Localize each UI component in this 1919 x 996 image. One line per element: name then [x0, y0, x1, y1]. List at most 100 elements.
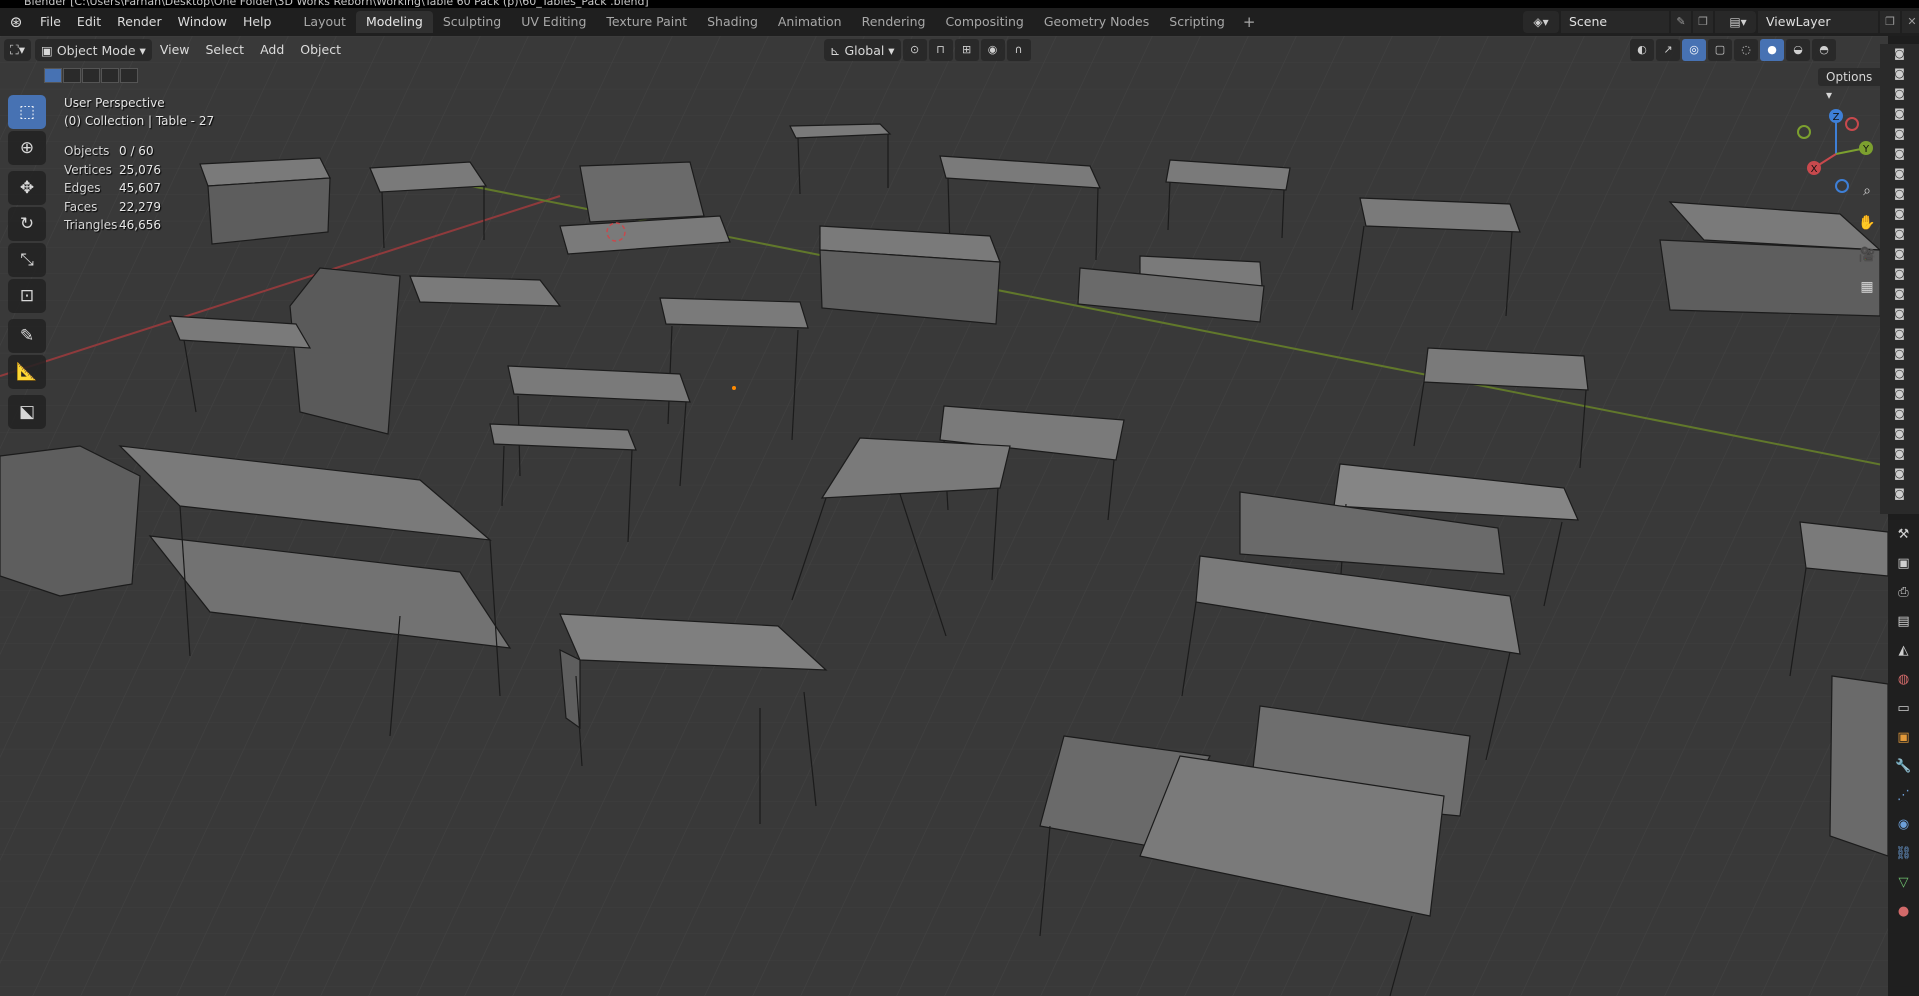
- blender-logo-icon[interactable]: ⊛: [0, 8, 32, 36]
- options-dropdown[interactable]: Options ▾: [1818, 68, 1888, 102]
- tab-animation[interactable]: Animation: [768, 11, 852, 33]
- wireframe-shading-icon[interactable]: ◌: [1734, 39, 1758, 61]
- annotate-tool-icon[interactable]: ✎: [8, 319, 46, 353]
- tab-geometry-nodes[interactable]: Geometry Nodes: [1034, 11, 1159, 33]
- tab-compositing[interactable]: Compositing: [935, 11, 1033, 33]
- menu-edit[interactable]: Edit: [69, 11, 109, 33]
- physics-properties-icon[interactable]: ◉: [1888, 810, 1919, 839]
- select-intersect-icon[interactable]: [120, 68, 138, 83]
- menu-view[interactable]: View: [152, 39, 198, 61]
- render-visibility-icon[interactable]: ◙: [1880, 64, 1919, 84]
- constraint-properties-icon[interactable]: ⛓: [1888, 839, 1919, 868]
- view-layer-properties-icon[interactable]: ▤: [1888, 607, 1919, 636]
- render-visibility-icon[interactable]: ◙: [1880, 444, 1919, 464]
- select-box-tool-icon[interactable]: ⬚: [8, 95, 46, 129]
- gizmo-icon[interactable]: ↗: [1656, 39, 1680, 61]
- menu-file[interactable]: File: [32, 11, 69, 33]
- render-visibility-icon[interactable]: ◙: [1880, 124, 1919, 144]
- tab-uv-editing[interactable]: UV Editing: [511, 11, 596, 33]
- orientation-dropdown[interactable]: ⊾ Global ▾: [824, 39, 901, 61]
- render-visibility-icon[interactable]: ◙: [1880, 364, 1919, 384]
- render-visibility-icon[interactable]: ◙: [1880, 384, 1919, 404]
- add-workspace-button[interactable]: +: [1235, 13, 1264, 31]
- pan-hand-icon[interactable]: ✋: [1854, 210, 1880, 236]
- render-visibility-icon[interactable]: ◙: [1880, 244, 1919, 264]
- render-visibility-icon[interactable]: ◙: [1880, 464, 1919, 484]
- tab-rendering[interactable]: Rendering: [852, 11, 936, 33]
- view-layer-name-field[interactable]: ViewLayer: [1758, 11, 1878, 33]
- cursor-tool-icon[interactable]: ⊕: [8, 131, 46, 165]
- render-visibility-icon[interactable]: ◙: [1880, 344, 1919, 364]
- ortho-grid-icon[interactable]: ▦: [1854, 274, 1880, 300]
- render-visibility-icon[interactable]: ◙: [1880, 324, 1919, 344]
- snap-icon[interactable]: ⊓: [928, 39, 953, 61]
- scene-render[interactable]: [0, 36, 1888, 996]
- add-cube-tool-icon[interactable]: ⬕: [8, 395, 46, 429]
- scene-properties-icon[interactable]: ◭: [1888, 636, 1919, 665]
- camera-view-icon[interactable]: 🎥: [1854, 242, 1880, 268]
- render-visibility-icon[interactable]: ◙: [1880, 44, 1919, 64]
- particles-properties-icon[interactable]: ⋰: [1888, 781, 1919, 810]
- menu-add[interactable]: Add: [252, 39, 292, 61]
- render-visibility-icon[interactable]: ◙: [1880, 144, 1919, 164]
- render-visibility-icon[interactable]: ◙: [1880, 424, 1919, 444]
- tab-scripting[interactable]: Scripting: [1159, 11, 1235, 33]
- render-visibility-icon[interactable]: ◙: [1880, 84, 1919, 104]
- tool-settings-icon[interactable]: ⚒: [1888, 520, 1919, 549]
- zoom-icon[interactable]: ⌕: [1854, 178, 1880, 204]
- new-view-layer-icon[interactable]: ❐: [1880, 11, 1900, 33]
- menu-help[interactable]: Help: [235, 11, 280, 33]
- render-visibility-icon[interactable]: ◙: [1880, 204, 1919, 224]
- select-new-icon[interactable]: [44, 68, 62, 83]
- tab-texture-paint[interactable]: Texture Paint: [596, 11, 697, 33]
- 3d-viewport[interactable]: ⛶▾ ▣ Object Mode ▾ View Select Add Objec…: [0, 36, 1888, 996]
- tab-sculpting[interactable]: Sculpting: [433, 11, 511, 33]
- scene-name-field[interactable]: Scene: [1561, 11, 1669, 33]
- output-properties-icon[interactable]: ⎙: [1888, 578, 1919, 607]
- modifier-properties-icon[interactable]: 🔧: [1888, 752, 1919, 781]
- solid-shading-icon[interactable]: ●: [1760, 39, 1784, 61]
- menu-select[interactable]: Select: [198, 39, 253, 61]
- world-properties-icon[interactable]: ◍: [1888, 665, 1919, 694]
- select-subtract-icon[interactable]: [82, 68, 100, 83]
- editor-type-icon[interactable]: ⛶▾: [4, 39, 32, 61]
- select-extend-icon[interactable]: [63, 68, 81, 83]
- scene-browse-icon[interactable]: ◈▾: [1523, 11, 1559, 33]
- material-shading-icon[interactable]: ◒: [1786, 39, 1810, 61]
- move-tool-icon[interactable]: ✥: [8, 171, 46, 205]
- render-visibility-icon[interactable]: ◙: [1880, 164, 1919, 184]
- tab-modeling[interactable]: Modeling: [355, 11, 433, 33]
- rendered-shading-icon[interactable]: ◓: [1812, 39, 1836, 61]
- render-visibility-icon[interactable]: ◙: [1880, 304, 1919, 324]
- falloff-icon[interactable]: ∩: [1006, 39, 1031, 61]
- overlays-icon[interactable]: ◎: [1682, 39, 1706, 61]
- menu-object[interactable]: Object: [292, 39, 349, 61]
- menu-render[interactable]: Render: [109, 11, 170, 33]
- pin-icon[interactable]: ✎: [1671, 11, 1691, 33]
- render-visibility-icon[interactable]: ◙: [1880, 484, 1919, 504]
- collection-properties-icon[interactable]: ▭: [1888, 694, 1919, 723]
- delete-view-layer-icon[interactable]: ✕: [1902, 11, 1919, 33]
- mode-dropdown[interactable]: ▣ Object Mode ▾: [35, 39, 152, 61]
- object-properties-icon[interactable]: ▣: [1888, 723, 1919, 752]
- data-properties-icon[interactable]: ▽: [1888, 868, 1919, 897]
- snap-target-icon[interactable]: ⊞: [954, 39, 979, 61]
- proportional-edit-icon[interactable]: ◉: [980, 39, 1005, 61]
- render-visibility-icon[interactable]: ◙: [1880, 404, 1919, 424]
- new-scene-icon[interactable]: ❐: [1693, 11, 1713, 33]
- material-properties-icon[interactable]: ●: [1888, 897, 1919, 926]
- measure-tool-icon[interactable]: 📐: [8, 355, 46, 389]
- render-visibility-icon[interactable]: ◙: [1880, 224, 1919, 244]
- scale-tool-icon[interactable]: ⤡: [8, 243, 46, 277]
- render-visibility-icon[interactable]: ◙: [1880, 284, 1919, 304]
- select-invert-icon[interactable]: [101, 68, 119, 83]
- render-visibility-icon[interactable]: ◙: [1880, 264, 1919, 284]
- render-visibility-icon[interactable]: ◙: [1880, 104, 1919, 124]
- render-visibility-icon[interactable]: ◙: [1880, 184, 1919, 204]
- view-layer-browse-icon[interactable]: ▤▾: [1720, 11, 1756, 33]
- transform-tool-icon[interactable]: ⊡: [8, 279, 46, 313]
- render-properties-icon[interactable]: ▣: [1888, 549, 1919, 578]
- xray-icon[interactable]: ▢: [1708, 39, 1732, 61]
- tab-layout[interactable]: Layout: [293, 11, 356, 33]
- pivot-point-icon[interactable]: ⊙: [902, 39, 927, 61]
